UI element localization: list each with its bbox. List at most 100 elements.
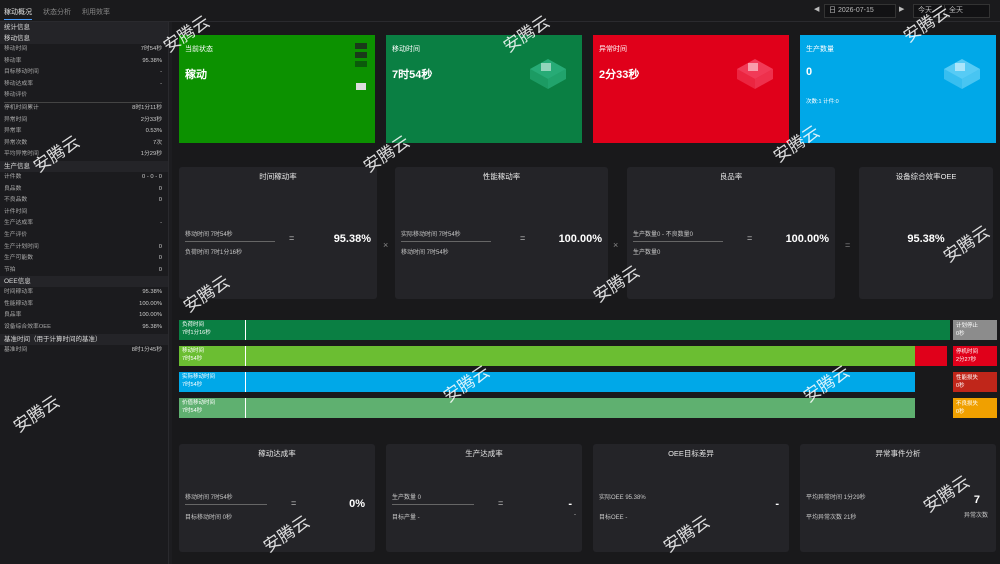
time-bar: 负荷时间 7时1分16秒 [179, 320, 950, 340]
analysis-value: 0% [349, 498, 365, 510]
sidebar-row-label: 异常率 [4, 128, 22, 135]
operator-sign: × [383, 240, 389, 250]
status-card-value: 0 [806, 66, 813, 78]
sidebar-row-value: - [160, 80, 162, 87]
sidebar-row-label: 目标移动时间 [4, 69, 39, 76]
sidebar-section-header: OEE信息 [0, 276, 168, 288]
analysis-value: 7 [973, 494, 980, 506]
tab-overview[interactable]: 稼动概况 [4, 7, 32, 20]
oee-denominator: 负荷时间 7时1分16秒 [185, 250, 243, 256]
top-bar: 稼动概况 状态分析 利用效率 ◀ 日 2026-07-15 ▶ 今天 全天 [0, 0, 1000, 22]
sidebar-row-label: 异常时间 [4, 116, 28, 123]
time-bar-value: 7时54秒 [182, 356, 203, 362]
status-card-value: 稼动 [185, 69, 207, 81]
analysis-card: 异常事件分析 平均异常时间 1分29秒 平均异常次数 21秒 7 异常次数 [800, 444, 996, 552]
sidebar-row: 生产可能数 0 [0, 253, 168, 265]
analysis-denominator: 目标OEE - [599, 515, 628, 521]
time-bar-divider [245, 398, 246, 418]
oee-card: 性能稼动率 实际移动时间 7时54秒 移动时间 7时54秒 = 100.00% [395, 167, 608, 299]
time-bar-label: 实际移动时间 7时54秒 [182, 373, 215, 389]
sidebar-row-value: 100.00% [139, 312, 162, 319]
sidebar-row-value: 7时54秒 [140, 46, 162, 52]
sidebar-row: 基准时间 8时1分45秒 [0, 345, 168, 357]
time-bar-name: 负荷时间 [182, 322, 205, 328]
status-card-title: 异常时间 [599, 46, 627, 53]
sidebar-row-label: 异常次数 [4, 139, 28, 146]
status-card-title: 当前状态 [185, 46, 213, 53]
machine-icon [735, 55, 775, 93]
loss-badge: 停机时间 2分27秒 [953, 346, 997, 366]
analysis-card: 生产达成率 生产数量 0 目标产量 - = - - [386, 444, 582, 552]
sidebar-row-value: 8时1分11秒 [132, 104, 162, 111]
next-date-arrow[interactable]: ▶ [899, 5, 904, 13]
equals-sign: = [520, 233, 526, 243]
equals-sign: = [498, 498, 504, 508]
sidebar-row: 计件时间 [0, 207, 168, 219]
date-value: 2026-07-15 [837, 7, 874, 14]
analysis-numerator: 移动时间 7时54秒 [185, 495, 233, 501]
machine-icon [528, 55, 568, 93]
sidebar-section-header: 移动信息 [0, 33, 168, 44]
operator-sign: = [845, 240, 851, 250]
prev-date-arrow[interactable]: ◀ [814, 5, 819, 13]
sidebar-row: 目标移动时间 - [0, 67, 168, 79]
equals-sign: = [747, 233, 753, 243]
time-bar: 价值移动时间 7时54秒 [179, 398, 915, 418]
machine-icon [942, 55, 982, 93]
sidebar-row: 时间稼动率 95.38% [0, 287, 168, 299]
status-card: 生产数量 0 次数:1 计件:0 [800, 35, 996, 143]
sidebar-row-label: 计件数 [4, 173, 22, 180]
date-picker[interactable]: 日 2026-07-15 [824, 4, 896, 18]
sidebar-row: 节拍 0 [0, 265, 168, 277]
sidebar-row-label: 生产评价 [4, 231, 28, 238]
time-bar-divider [245, 372, 246, 392]
oee-percent: 95.38% [333, 233, 371, 245]
analysis-card-title: 异常事件分析 [875, 449, 921, 458]
sidebar-row-value: 0 [158, 197, 162, 204]
sidebar-row: 异常时间 2分33秒 [0, 115, 168, 127]
sidebar-row-value: 0 [158, 185, 162, 192]
time-bar-divider [245, 346, 246, 366]
loss-badge: 不良损失 0秒 [953, 398, 997, 418]
sidebar-row: 平均异常时间 1分29秒 [0, 149, 168, 161]
status-card: 异常时间 2分33秒 [593, 35, 789, 143]
time-bar-label: 负荷时间 7时1分16秒 [182, 321, 211, 337]
analysis-card-title: 稼动达成率 [258, 449, 296, 458]
sidebar-row: 移动时间 7时54秒 [0, 44, 168, 56]
sidebar-row-value: 95.38% [142, 289, 162, 296]
time-bar-value: 7时54秒 [182, 408, 203, 414]
time-bar-name: 实际移动时间 [182, 374, 216, 380]
loss-badge-text: 计划停止 [956, 323, 979, 329]
sidebar-row: 生产达成率 - [0, 218, 168, 230]
sidebar-row-value: 1分29秒 [140, 151, 162, 158]
analysis-value: - [568, 498, 572, 510]
sidebar-row: 异常次数 7次 [0, 138, 168, 150]
sidebar-row-value: 0 [158, 255, 162, 262]
loss-badge-text: 停机时间 [956, 349, 979, 355]
sidebar-row-label: 良品率 [4, 312, 22, 319]
sidebar-row: 设备综合效率OEE 95.38% [0, 322, 168, 334]
sidebar-row-label: 性能稼动率 [4, 300, 33, 307]
sidebar-row-label: 节拍 [4, 266, 16, 273]
analysis-value: - [775, 498, 779, 510]
sidebar-row: 移动评价 [0, 90, 168, 102]
analysis-card-title: OEE目标差异 [668, 449, 714, 458]
sidebar-row-label: 移动达成率 [4, 80, 33, 87]
operator-sign: × [613, 240, 619, 250]
calendar-icon: 日 [829, 7, 836, 14]
tab-utilization[interactable]: 利用效率 [82, 7, 110, 17]
sidebar-row: 生产计划时间 0 [0, 242, 168, 254]
sidebar-row: 异常率 0.53% [0, 126, 168, 138]
status-card-value: 2分33秒 [599, 69, 640, 81]
sidebar-row-value: 95.38% [142, 57, 162, 64]
sidebar: 统计信息 移动信息 移动时间 7时54秒 移动率 95.38% 目标移动时间 - 移动达成率 - 移… [0, 22, 169, 564]
status-light-icon [355, 43, 367, 95]
sidebar-row: 移动达成率 - [0, 79, 168, 91]
tab-status-analysis[interactable]: 状态分析 [43, 7, 71, 17]
sidebar-row-label: 移动率 [4, 57, 22, 64]
analysis-numerator: 实际OEE 95.38% [599, 495, 646, 501]
sidebar-row: 停机时间累计 8时1分11秒 [0, 103, 168, 115]
sidebar-row-label: 设备综合效率OEE [4, 324, 52, 331]
sidebar-row-label: 时间稼动率 [4, 289, 33, 296]
analysis-value-label: 异常次数 [963, 513, 988, 519]
